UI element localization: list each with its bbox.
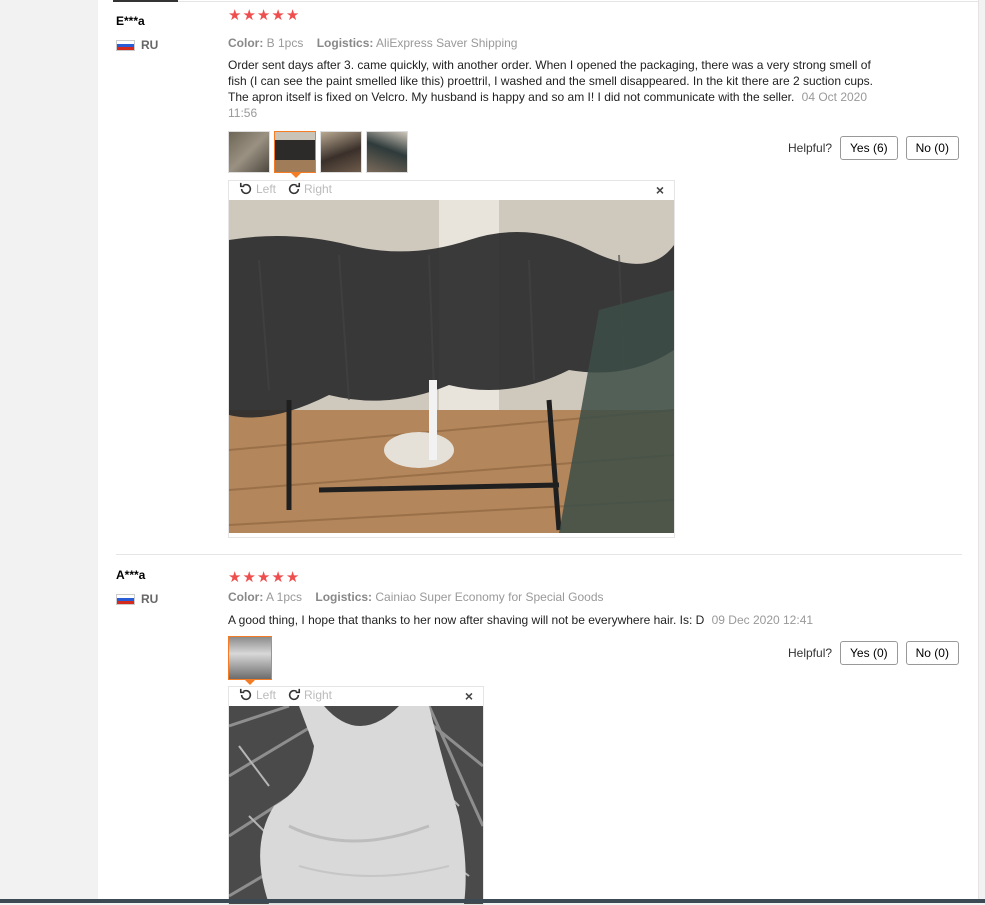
star-rating: ★ ★ ★ ★ ★ (228, 8, 299, 23)
photo-viewer: Left Right × (228, 686, 484, 905)
star-icon: ★ (285, 569, 300, 586)
rotate-right-label: Right (304, 688, 333, 702)
photo-thumbnail[interactable] (320, 131, 362, 173)
color-label: Color: (228, 590, 264, 604)
top-divider (178, 1, 978, 2)
review-divider (116, 554, 962, 555)
rotate-left-icon (239, 688, 252, 701)
close-viewer-button[interactable]: × (465, 688, 473, 704)
star-icon: ★ (285, 7, 300, 24)
country-code: RU (141, 592, 159, 606)
helpful-votes: Helpful? Yes (6) No (0) (788, 136, 959, 160)
rotate-right-button[interactable]: Right (287, 182, 332, 196)
rotate-left-label: Left (256, 182, 277, 196)
star-icon: ★ (242, 569, 256, 586)
photo-thumbnail-active[interactable] (228, 636, 272, 685)
photo-viewer: Left Right × (228, 180, 675, 538)
rotate-left-button[interactable]: Left (239, 688, 276, 702)
order-info: Color: B 1pcs Logistics: AliExpress Save… (228, 36, 517, 50)
vote-yes-button[interactable]: Yes (0) (840, 641, 898, 665)
photo-thumbnail[interactable] (366, 131, 408, 173)
helpful-votes: Helpful? Yes (0) No (0) (788, 641, 959, 665)
viewer-toolbar: Left Right × (229, 687, 483, 705)
photo-thumbnails (228, 131, 408, 178)
rotate-right-icon (288, 688, 301, 701)
review-date: 09 Dec 2020 12:41 (711, 613, 814, 627)
reviewer-country: RU (116, 592, 158, 606)
vote-no-button[interactable]: No (0) (905, 136, 959, 160)
photo-thumbnail-active[interactable] (274, 131, 316, 178)
active-tab-underline (113, 0, 178, 2)
rotate-left-icon (239, 182, 252, 195)
logistics-label: Logistics: (315, 590, 373, 604)
review-photo (229, 706, 483, 904)
star-icon: ★ (256, 569, 271, 586)
rotate-right-label: Right (304, 182, 333, 196)
rotate-left-label: Left (256, 688, 277, 702)
vote-no-button[interactable]: No (0) (905, 641, 959, 665)
order-info: Color: A 1pcs Logistics: Cainiao Super E… (228, 590, 604, 604)
star-icon: ★ (242, 7, 256, 24)
photo-thumbnails (228, 636, 272, 685)
star-icon: ★ (228, 569, 242, 586)
star-icon: ★ (271, 569, 285, 586)
country-code: RU (141, 38, 159, 52)
logistics-value: AliExpress Saver Shipping (376, 36, 518, 50)
reviewer-country: RU (116, 38, 158, 52)
review-text: Order sent days after 3. came quickly, w… (228, 57, 878, 121)
logistics-label: Logistics: (316, 36, 374, 50)
helpful-label: Helpful? (788, 646, 833, 660)
russia-flag-icon (116, 39, 135, 51)
star-icon: ★ (271, 7, 285, 24)
bottom-edge-bar (0, 899, 985, 903)
rotate-left-button[interactable]: Left (239, 182, 276, 196)
logistics-value: Cainiao Super Economy for Special Goods (375, 590, 604, 604)
review-body: A good thing, I hope that thanks to her … (228, 613, 705, 627)
color-label: Color: (228, 36, 264, 50)
russia-flag-icon (116, 593, 135, 605)
rotate-right-icon (288, 182, 301, 195)
rotate-right-button[interactable]: Right (287, 688, 332, 702)
star-icon: ★ (228, 7, 242, 24)
reviewer-name: A***a (116, 568, 146, 582)
star-icon: ★ (256, 7, 271, 24)
vote-yes-button[interactable]: Yes (6) (840, 136, 898, 160)
viewer-toolbar: Left Right × (229, 181, 674, 199)
reviewer-name: E***a (116, 14, 145, 28)
color-value: A 1pcs (266, 590, 303, 604)
review-body: Order sent days after 3. came quickly, w… (228, 58, 874, 104)
close-viewer-button[interactable]: × (656, 182, 664, 198)
review-text: A good thing, I hope that thanks to her … (228, 612, 878, 628)
color-value: B 1pcs (266, 36, 304, 50)
review-photo (229, 200, 674, 533)
star-rating: ★ ★ ★ ★ ★ (228, 570, 299, 585)
photo-thumbnail[interactable] (228, 131, 270, 173)
helpful-label: Helpful? (788, 141, 833, 155)
